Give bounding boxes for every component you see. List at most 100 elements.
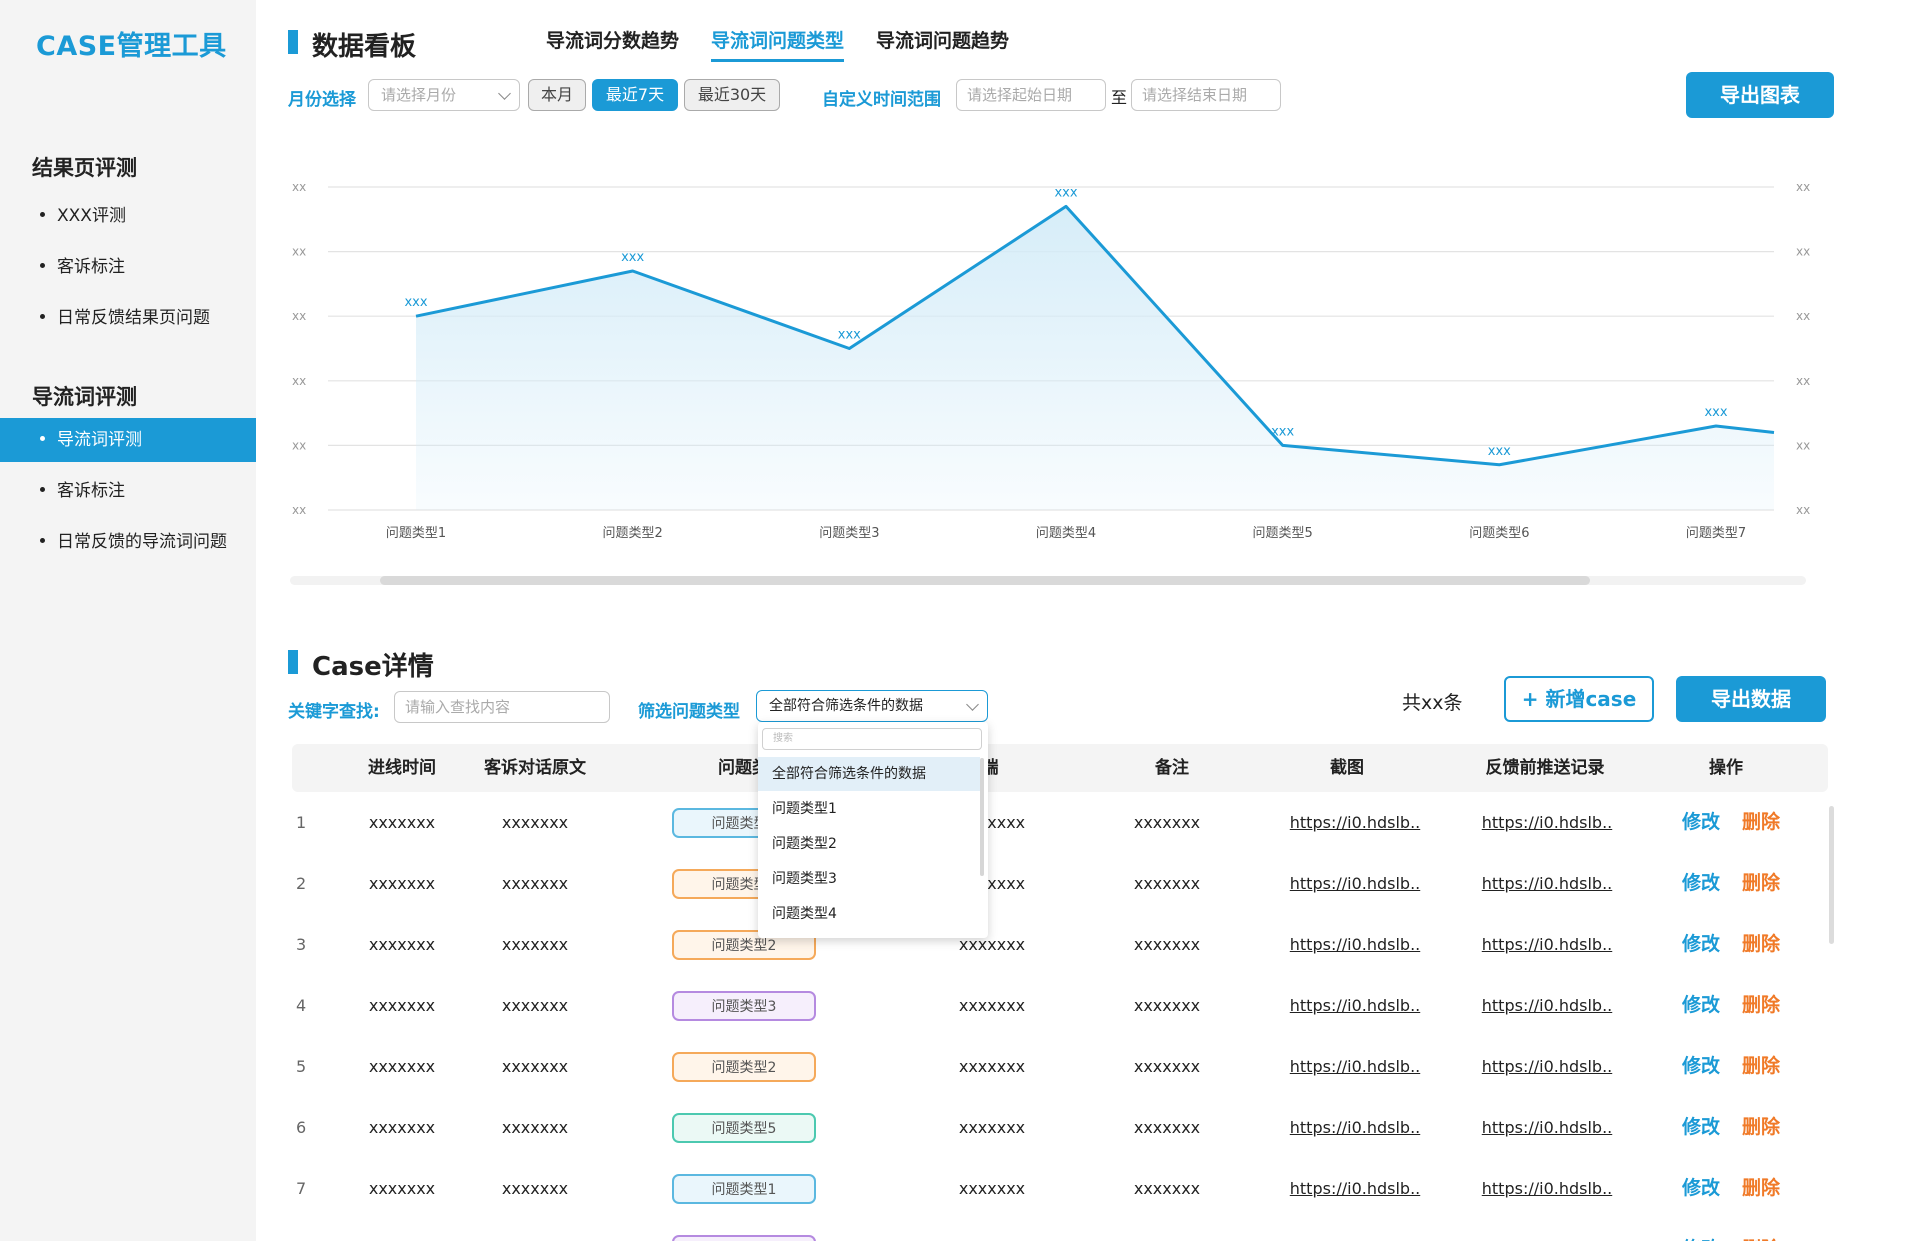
data-label: xxx [404,295,427,310]
month-select-placeholder: 请选择月份 [381,86,457,104]
cell-dialog: xxxxxxx [501,1057,569,1076]
y-tick-label: xx [292,245,306,259]
delete-button[interactable]: 删除 [1742,1219,1780,1241]
edit-button[interactable]: 修改 [1682,1219,1720,1241]
table-row: 7 xxxxxxx xxxxxxx 问题类型1 xxxxxxx xxxxxxx https:… [292,1158,1828,1219]
issue-type-filter-select[interactable]: 全部符合筛选条件的数据 [756,690,988,722]
cell-time: xxxxxxx [368,874,436,893]
row-index: 8 [296,1219,326,1241]
range-last-7-days[interactable]: 最近7天 [592,79,678,111]
dropdown-option-type3[interactable]: 问题类型3 [758,862,980,896]
sidebar-item-xxx-eval[interactable]: XXX评测 [0,194,256,238]
table-row: 3 xxxxxxx xxxxxxx 问题类型2 xxxxxxx xxxxxxx https:… [292,914,1828,975]
delete-button[interactable]: 删除 [1742,1097,1780,1158]
cell-time: xxxxxxx [368,996,436,1015]
delete-button[interactable]: 删除 [1742,914,1780,975]
delete-button[interactable]: 删除 [1742,853,1780,914]
sidebar-item-guide-complaint[interactable]: 客诉标注 [0,469,256,513]
sidebar-item-label: 日常反馈的导流词问题 [57,532,227,552]
row-index: 3 [296,935,307,954]
dropdown-option-type1[interactable]: 问题类型1 [758,792,980,826]
sidebar-item-label: 客诉标注 [57,481,125,501]
screenshot-link[interactable]: https://i0.hdslb.. [1282,853,1428,914]
x-tick-label: 问题类型6 [1469,526,1529,541]
range-this-month[interactable]: 本月 [528,79,586,111]
start-date-input[interactable]: 请选择起始日期 [956,79,1106,111]
export-data-button[interactable]: 导出数据 [1676,676,1826,722]
export-chart-button[interactable]: 导出图表 [1686,72,1834,118]
issue-type-dropdown: 搜索 全部符合筛选条件的数据 问题类型1 问题类型2 问题类型3 问题类型4 [758,722,988,938]
edit-button[interactable]: 修改 [1682,853,1720,914]
cell-dialog: xxxxxxx [501,1118,569,1137]
edit-button[interactable]: 修改 [1682,1158,1720,1219]
cell-note: xxxxxxx [1133,1118,1201,1137]
push-record-link[interactable]: https://i0.hdslb.. [1474,1158,1620,1219]
keyword-label: 关键字查找: [288,702,380,722]
dropdown-option-type2[interactable]: 问题类型2 [758,827,980,861]
y-tick-label: xx [292,438,306,452]
cell-note: xxxxxxx [1133,813,1201,832]
delete-button[interactable]: 删除 [1742,1036,1780,1097]
sidebar-item-guide-eval[interactable]: 导流词评测 [0,418,256,462]
table-vertical-scrollbar[interactable] [1829,806,1834,944]
cell-time: xxxxxxx [368,1118,436,1137]
edit-button[interactable]: 修改 [1682,1097,1720,1158]
tab-issue-trend[interactable]: 导流词问题趋势 [876,26,1009,62]
screenshot-link[interactable]: https://i0.hdslb.. [1282,792,1428,853]
delete-button[interactable]: 删除 [1742,975,1780,1036]
data-label: xxx [621,250,644,265]
cell-end: xxxxxxx [958,996,1026,1015]
table-row: 5 xxxxxxx xxxxxxx 问题类型2 xxxxxxx xxxxxxx https:… [292,1036,1828,1097]
sidebar-item-complaint-tag[interactable]: 客诉标注 [0,245,256,289]
cell-note: xxxxxxx [1133,1057,1201,1076]
dropdown-search-input[interactable]: 搜索 [762,728,982,750]
push-record-link[interactable]: https://i0.hdslb.. [1474,792,1620,853]
range-last-30-days[interactable]: 最近30天 [684,79,780,111]
y2-tick-label: xx [1796,503,1810,517]
push-record-link[interactable]: https://i0.hdslb.. [1474,975,1620,1036]
data-label: xxx [1054,185,1077,200]
month-select[interactable]: 请选择月份 [368,79,520,111]
add-case-button[interactable]: + 新增case [1504,676,1654,722]
cell-note: xxxxxxx [1133,1179,1201,1198]
push-record-link[interactable]: https://i0.hdslb.. [1474,1036,1620,1097]
sidebar-item-daily-guide[interactable]: 日常反馈的导流词问题 [0,520,256,564]
col-screenshot: 截图 [1330,758,1364,778]
row-index: 2 [296,874,307,893]
cell-dialog: xxxxxxx [470,1219,600,1241]
keyword-search-input[interactable]: 请输入查找内容 [394,691,610,723]
cell-end: xxxxxxx [932,1219,1052,1241]
delete-button[interactable]: 删除 [1742,1158,1780,1219]
edit-button[interactable]: 修改 [1682,914,1720,975]
tab-score-trend[interactable]: 导流词分数趋势 [546,26,679,62]
screenshot-link[interactable]: https://i0.hdslb.. [1282,914,1428,975]
screenshot-link[interactable]: https://i0.hdslb.. [1282,1036,1428,1097]
push-record-link[interactable]: https://i0.hdslb.. [1474,1097,1620,1158]
table-row: 2 xxxxxxx xxxxxxx 问题类型2 xxxxxxx xxxxxxx https:… [292,853,1828,914]
table-row: 1 xxxxxxx xxxxxxx 问题类型1 xxxxxxx xxxxxxx https:… [292,792,1828,853]
delete-button[interactable]: 删除 [1742,792,1780,853]
edit-button[interactable]: 修改 [1682,792,1720,853]
push-record-link[interactable]: https://i0.hdslb.. [1474,914,1620,975]
chart-scroll-thumb[interactable] [380,576,1590,585]
row-index: 5 [296,1057,307,1076]
edit-button[interactable]: 修改 [1682,1036,1720,1097]
screenshot-link[interactable]: https://i0.hdslb.. [1282,1097,1428,1158]
dropdown-scrollbar[interactable] [980,758,984,876]
push-record-link[interactable]: https://i0.hdslb.. [1474,1219,1620,1241]
sidebar-item-daily-result[interactable]: 日常反馈结果页问题 [0,296,256,340]
end-date-input[interactable]: 请选择结束日期 [1131,79,1281,111]
screenshot-link[interactable]: https://i0.hdslb.. [1282,1158,1428,1219]
dropdown-option-type4[interactable]: 问题类型4 [758,897,980,931]
edit-button[interactable]: 修改 [1682,975,1720,1036]
bullet-icon [40,211,45,217]
tab-issue-type[interactable]: 导流词问题类型 [711,26,845,62]
screenshot-link[interactable]: https://i0.hdslb.. [1282,975,1428,1036]
screenshot-link[interactable]: https://i0.hdslb.. [1282,1219,1428,1241]
bullet-icon [40,262,45,268]
push-record-link[interactable]: https://i0.hdslb.. [1474,853,1620,914]
dropdown-option-all[interactable]: 全部符合筛选条件的数据 [758,757,980,791]
x-tick-label: 问题类型1 [386,526,446,541]
chart-horizontal-scrollbar[interactable] [290,576,1806,585]
filter-select-value: 全部符合筛选条件的数据 [769,698,923,714]
